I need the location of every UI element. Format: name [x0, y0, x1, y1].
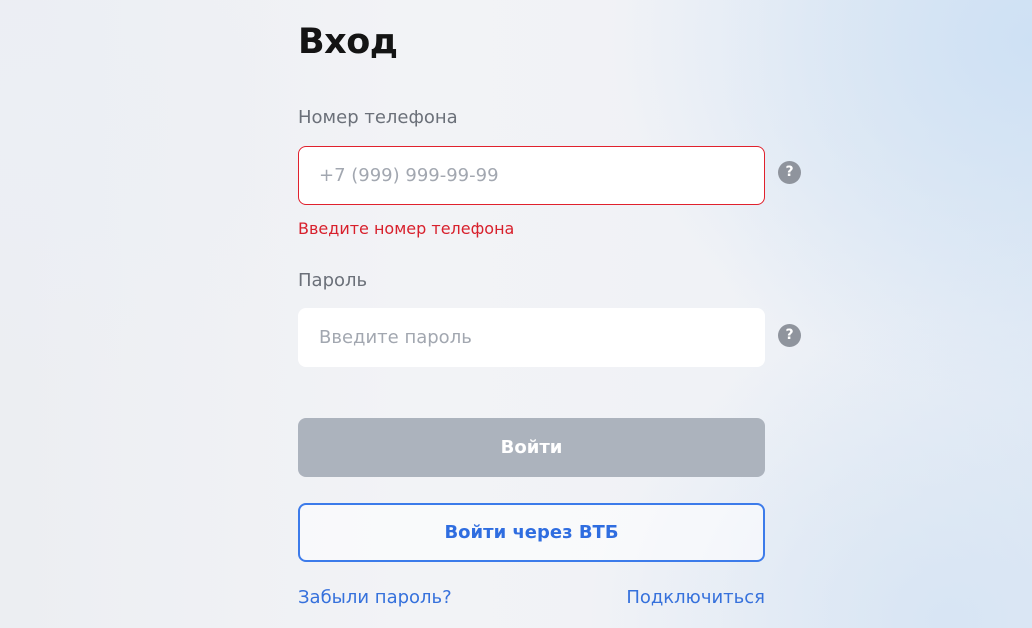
password-help-icon[interactable]: ? [778, 324, 801, 347]
phone-help-icon[interactable]: ? [778, 161, 801, 184]
password-field[interactable] [298, 308, 765, 367]
phone-field[interactable] [298, 146, 765, 205]
phone-label: Номер телефона [298, 107, 458, 128]
login-button[interactable]: Войти [298, 418, 765, 477]
forgot-password-link[interactable]: Забыли пароль? [298, 586, 452, 610]
connect-link[interactable]: Подключиться [626, 586, 765, 610]
phone-input[interactable] [299, 147, 764, 204]
password-label: Пароль [298, 270, 368, 291]
phone-error-message: Введите номер телефона [298, 219, 515, 238]
page-title: Вход [298, 22, 398, 62]
password-input[interactable] [299, 309, 764, 366]
vtb-login-button[interactable]: Войти через ВТБ [298, 503, 765, 562]
